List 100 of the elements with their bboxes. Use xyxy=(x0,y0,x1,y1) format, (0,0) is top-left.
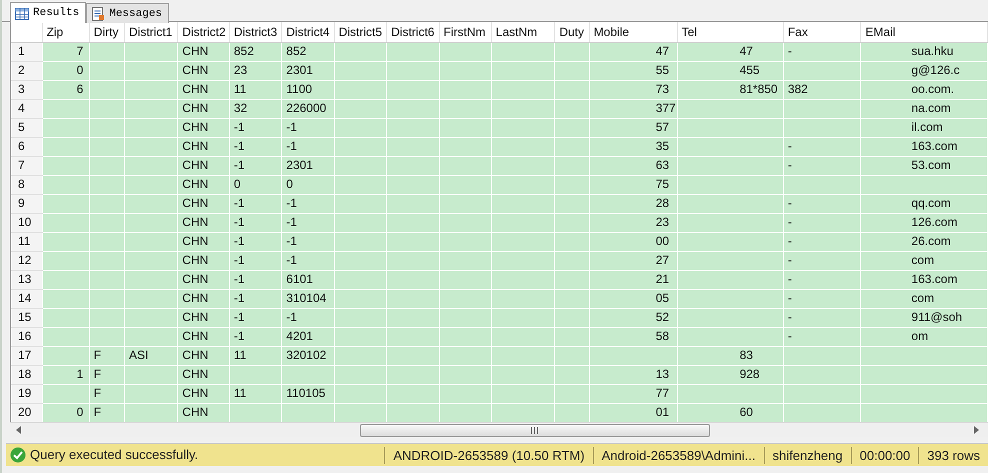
table-cell: 53.com xyxy=(860,156,988,175)
row-number[interactable]: 3 xyxy=(12,80,42,99)
column-header[interactable]: District1 xyxy=(124,22,178,42)
row-number[interactable]: 13 xyxy=(12,270,42,289)
table-cell: CHN xyxy=(178,289,230,308)
table-cell: oo.com. xyxy=(860,80,988,99)
row-number[interactable]: 12 xyxy=(12,251,42,270)
column-header[interactable]: District4 xyxy=(282,22,334,42)
table-cell: om xyxy=(860,327,988,346)
row-number[interactable]: 5 xyxy=(12,118,42,137)
table-cell: CHN xyxy=(178,194,230,213)
row-number[interactable]: 8 xyxy=(12,175,42,194)
table-cell: 226000 xyxy=(282,99,334,118)
table-cell: F xyxy=(89,346,124,365)
table-cell: -1 xyxy=(229,251,282,270)
table-cell: 83 xyxy=(677,346,784,365)
row-number[interactable]: 14 xyxy=(12,289,42,308)
table-cell: -1 xyxy=(229,270,282,289)
row-number[interactable]: 20 xyxy=(12,403,42,422)
table-cell: - xyxy=(783,251,861,270)
table-cell: CHN xyxy=(178,213,230,232)
table-cell: CHN xyxy=(178,42,230,61)
row-number[interactable]: 19 xyxy=(12,384,42,403)
table-cell: 26.com xyxy=(860,232,988,251)
table-cell: F xyxy=(89,384,124,403)
table-cell: 852 xyxy=(229,42,282,61)
column-header[interactable]: Zip xyxy=(42,22,90,42)
table-cell: CHN xyxy=(178,99,230,118)
row-number[interactable]: 18 xyxy=(12,365,42,384)
table-cell: CHN xyxy=(178,327,230,346)
table-cell: -1 xyxy=(229,194,282,213)
success-icon xyxy=(10,447,26,463)
elapsed-time: 00:00:00 xyxy=(850,446,918,464)
row-count: 393 rows xyxy=(918,446,988,464)
table-cell: 55 xyxy=(589,61,678,80)
table-cell: 77 xyxy=(589,384,678,403)
table-cell: com xyxy=(860,251,988,270)
row-number[interactable]: 4 xyxy=(12,99,42,118)
row-number[interactable]: 17 xyxy=(12,346,42,365)
row-number[interactable]: 10 xyxy=(12,213,42,232)
server-name: ANDROID-2653589 (10.50 RTM) xyxy=(384,446,593,464)
row-number[interactable]: 1 xyxy=(12,42,42,61)
row-number[interactable]: 2 xyxy=(12,61,42,80)
table-cell: - xyxy=(783,289,861,308)
table-cell: 47 xyxy=(677,42,784,61)
table-cell: 7 xyxy=(42,42,90,61)
table-cell: 05 xyxy=(589,289,678,308)
table-cell: - xyxy=(783,327,861,346)
column-header[interactable]: FirstNm xyxy=(439,22,492,42)
column-header[interactable]: District2 xyxy=(178,22,230,42)
row-number[interactable]: 15 xyxy=(12,308,42,327)
column-header[interactable]: District3 xyxy=(229,22,282,42)
table-cell: -1 xyxy=(282,232,334,251)
column-header[interactable]: Tel xyxy=(677,22,784,42)
column-header[interactable]: Mobile xyxy=(589,22,678,42)
table-cell: 75 xyxy=(589,175,678,194)
table-cell: - xyxy=(783,156,861,175)
table-cell: CHN xyxy=(178,346,230,365)
table-cell: 58 xyxy=(589,327,678,346)
column-header[interactable]: EMail xyxy=(860,22,988,42)
table-cell: 1100 xyxy=(282,80,334,99)
table-cell: - xyxy=(783,42,861,61)
table-cell: CHN xyxy=(178,156,230,175)
table-cell: 81*850 xyxy=(677,80,784,99)
row-number[interactable]: 7 xyxy=(12,156,42,175)
column-header[interactable]: Dirty xyxy=(89,22,124,42)
table-cell: CHN xyxy=(178,137,230,156)
table-cell: F xyxy=(89,365,124,384)
table-cell: CHN xyxy=(178,232,230,251)
scrollbar-thumb[interactable] xyxy=(360,424,710,436)
table-cell: 01 xyxy=(589,403,678,422)
table-cell: 0 xyxy=(42,61,90,80)
left-arrow-icon xyxy=(16,426,20,434)
row-number[interactable]: 11 xyxy=(12,232,42,251)
table-cell: com xyxy=(860,289,988,308)
table-cell: ASI xyxy=(124,346,178,365)
column-header[interactable]: Duty xyxy=(554,22,590,42)
table-cell: 852 xyxy=(282,42,334,61)
table-cell: 60 xyxy=(677,403,784,422)
tab[interactable]: Results xyxy=(10,2,86,23)
table-cell: 52 xyxy=(589,308,678,327)
table-cell: 32 xyxy=(229,99,282,118)
table-cell: 126.com xyxy=(860,213,988,232)
table-cell: - xyxy=(783,232,861,251)
tab[interactable]: Messages xyxy=(86,3,170,23)
table-cell: -1 xyxy=(282,194,334,213)
row-number[interactable]: 6 xyxy=(12,137,42,156)
row-number[interactable]: 9 xyxy=(12,194,42,213)
table-cell: 6 xyxy=(42,80,90,99)
row-number[interactable]: 16 xyxy=(12,327,42,346)
column-header[interactable]: District6 xyxy=(386,22,440,42)
column-header[interactable]: LastNm xyxy=(491,22,555,42)
table-cell: CHN xyxy=(178,403,230,422)
table-cell: CHN xyxy=(178,251,230,270)
column-header[interactable]: Fax xyxy=(783,22,861,42)
table-cell: 382 xyxy=(783,80,861,99)
column-header[interactable]: District5 xyxy=(334,22,387,42)
table-cell: CHN xyxy=(178,175,230,194)
table-cell: -1 xyxy=(282,118,334,137)
database-name: shifenzheng xyxy=(764,446,851,464)
